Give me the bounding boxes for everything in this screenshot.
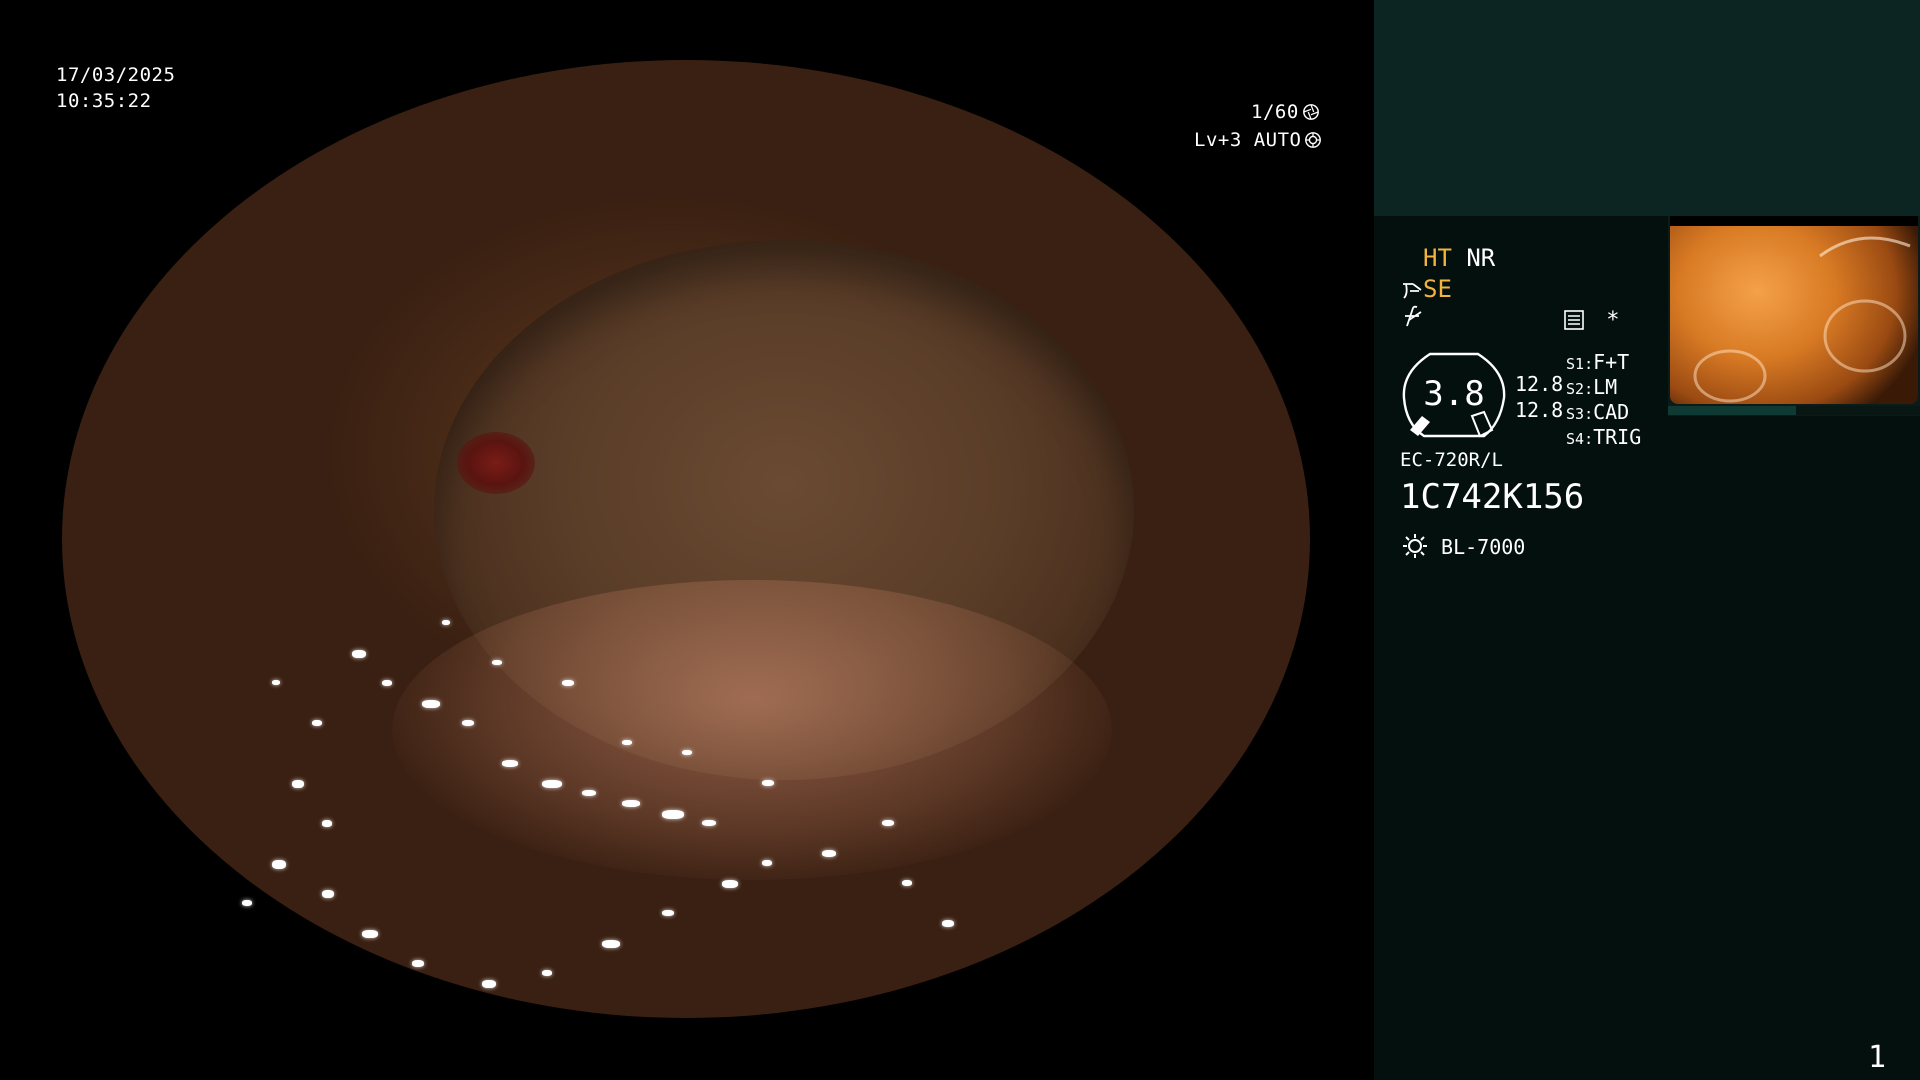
switch-s3: S3:CAD [1566, 400, 1630, 424]
specular-highlight [492, 660, 502, 665]
switch-value: TRIG [1593, 425, 1642, 449]
shutter-readout: 1/60 [1251, 99, 1320, 125]
thumbnail-image[interactable] [1670, 216, 1918, 404]
shutter-value: 1/60 [1251, 101, 1299, 123]
specular-highlight [722, 880, 738, 888]
specular-highlight [902, 880, 912, 886]
iris-auto-icon [1305, 132, 1322, 148]
specular-highlight [562, 680, 574, 686]
specular-highlight [442, 620, 450, 625]
freeze-icon [1405, 305, 1422, 327]
switch-key: S4 [1566, 430, 1585, 448]
aperture-icon [1302, 104, 1319, 120]
light-source-row: BL-7000 [1401, 532, 1525, 561]
structure-enhance-icon [1403, 283, 1422, 299]
specular-highlight [682, 750, 692, 755]
specular-highlight [762, 860, 772, 866]
specular-highlight [662, 810, 684, 819]
specular-highlight [582, 790, 596, 796]
ht-indicator: HT [1423, 244, 1452, 272]
specular-highlight [242, 900, 252, 906]
panel-header [1374, 0, 1920, 216]
settings-list-icon [1564, 310, 1584, 330]
thumbnail-status-bar-right [1796, 406, 1920, 415]
specular-highlights [62, 60, 1310, 1018]
exposure-level: Lv+3 AUTO [1194, 127, 1322, 153]
specular-highlight [662, 910, 674, 916]
specular-highlight [542, 970, 552, 976]
mask-bottom [0, 1018, 1374, 1080]
level-value: Lv+3 AUTO [1194, 129, 1302, 151]
mode-row-ht: HT NR [1423, 243, 1495, 273]
nr-indicator: NR [1466, 244, 1496, 272]
specular-highlight [322, 820, 332, 827]
specular-highlight [272, 680, 280, 685]
switch-key: S2 [1566, 380, 1585, 398]
date-display: 17/03/2025 [56, 64, 176, 86]
scope-model: EC-720R/L [1400, 449, 1503, 471]
specular-highlight [702, 820, 716, 826]
ratio-value-1: 12.8 [1515, 372, 1564, 396]
specular-highlight [272, 860, 286, 869]
switch-s2: S2:LM [1566, 375, 1618, 399]
switch-s1: S1:F+T [1566, 350, 1630, 374]
light-source-label: BL-7000 [1441, 535, 1526, 559]
gauge-value: 3.8 [1423, 374, 1485, 414]
time-display: 10:35:22 [56, 90, 152, 112]
switch-key: S1 [1566, 355, 1585, 373]
specular-highlight [502, 760, 518, 767]
light-source-icon [1403, 534, 1427, 558]
specular-highlight [482, 980, 496, 988]
freeze-row [1401, 304, 1423, 335]
specular-highlight [822, 850, 836, 857]
switch-value: LM [1593, 375, 1618, 399]
thumbnail-detail [1670, 216, 1918, 403]
specular-highlight [602, 940, 620, 948]
endoscope-view: 17/03/2025 10:35:22 1/60 Lv+3 AUTO [0, 0, 1374, 1080]
thumbnail-status-bar [1668, 406, 1796, 415]
mode-row-se: SE [1401, 274, 1452, 304]
switch-value: F+T [1593, 350, 1630, 374]
switch-s4: S4:TRIG [1566, 425, 1642, 449]
specular-highlight [882, 820, 894, 826]
switch-value: CAD [1593, 400, 1630, 424]
endoscopic-image [62, 60, 1310, 1018]
specular-highlight [422, 700, 440, 708]
specular-highlight [292, 780, 304, 788]
page-number: 1 [1868, 1040, 1887, 1075]
specular-highlight [412, 960, 424, 967]
specular-highlight [762, 780, 774, 786]
specular-highlight [542, 780, 562, 788]
specular-highlight [362, 930, 378, 938]
specular-highlight [352, 650, 366, 658]
specular-highlight [462, 720, 474, 726]
specular-highlight [622, 800, 640, 807]
specular-highlight [382, 680, 392, 686]
status-icons-row: * [1563, 306, 1620, 336]
specular-highlight [942, 920, 954, 927]
switch-key: S3 [1566, 405, 1585, 423]
scope-serial: 1C742K156 [1400, 477, 1585, 517]
ratio-value-2: 12.8 [1515, 398, 1564, 422]
specular-highlight [322, 890, 334, 898]
star-indicator: * [1606, 308, 1620, 333]
se-indicator: SE [1423, 275, 1452, 303]
specular-highlight [312, 720, 322, 726]
specular-highlight [622, 740, 632, 745]
mask-top [0, 0, 1374, 60]
